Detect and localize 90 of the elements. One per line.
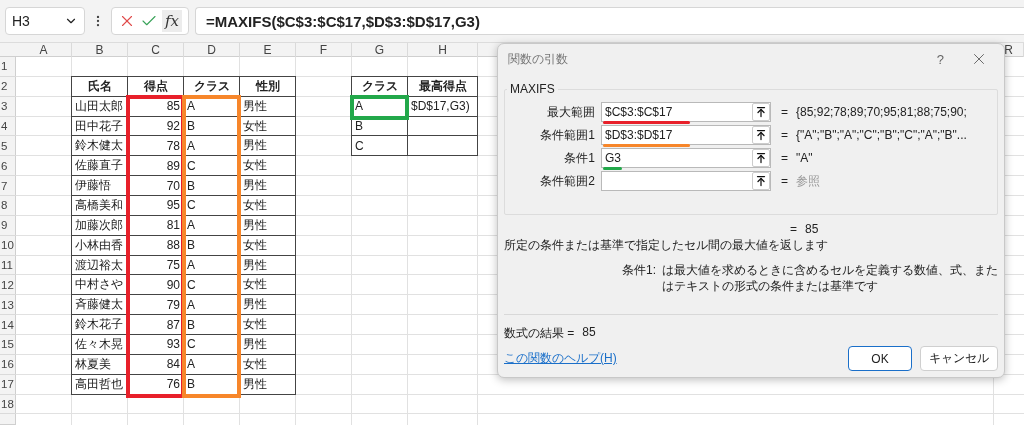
collapse-icon: [755, 129, 767, 141]
collapse-button[interactable]: [752, 126, 770, 144]
collapse-icon: [755, 106, 767, 118]
function-description: 所定の条件または基準で指定したセル間の最大値を返します: [504, 238, 829, 253]
help-link[interactable]: この関数のヘルプ(H): [504, 350, 617, 367]
argument-field[interactable]: $D$3:$D$17: [601, 125, 771, 145]
argument-help-label: 条件1:: [622, 263, 656, 279]
row-number[interactable]: 11: [0, 255, 16, 276]
equals-sign: =: [781, 105, 788, 119]
argument-field[interactable]: $C$3:$C$17: [601, 102, 771, 122]
row-number[interactable]: 10: [0, 235, 16, 256]
function-value: 85: [805, 222, 819, 236]
collapse-button[interactable]: [752, 172, 770, 190]
column-header-cell: 得点: [128, 75, 184, 97]
argument-field[interactable]: G3: [601, 148, 771, 168]
row-number[interactable]: 12: [0, 275, 16, 296]
table-cell: 中村さや: [71, 275, 128, 296]
argument-label: 条件範囲1: [539, 126, 596, 144]
row-number[interactable]: 6: [0, 156, 16, 177]
row-number[interactable]: 7: [0, 176, 16, 196]
row-number[interactable]: 1: [0, 57, 16, 77]
table-cell: 男性: [240, 335, 296, 355]
insert-function-button[interactable]: fx: [162, 10, 182, 32]
table-cell: 斉藤健太: [71, 295, 128, 316]
collapse-button[interactable]: [752, 149, 770, 167]
cell-reference: H3: [12, 13, 30, 29]
collapse-icon: [755, 152, 767, 164]
table-cell: C: [351, 136, 408, 157]
column-header-cell: 氏名: [71, 75, 128, 97]
row-number[interactable]: 5: [0, 136, 16, 157]
column-header-cell: クラス: [351, 75, 408, 97]
column-letter[interactable]: G: [352, 43, 408, 57]
function-name: MAXIFS: [509, 82, 556, 96]
row-number[interactable]: 4: [0, 116, 16, 137]
dialog-title: 関数の引数: [508, 50, 568, 68]
column-letter[interactable]: D: [184, 43, 240, 57]
collapse-icon: [755, 175, 767, 187]
table-cell: 伊藤悟: [71, 176, 128, 196]
collapse-button[interactable]: [752, 103, 770, 121]
row-number[interactable]: 16: [0, 354, 16, 375]
name-box[interactable]: H3: [5, 7, 85, 35]
row-number[interactable]: 2: [0, 76, 16, 97]
table-cell: 高橋美和: [71, 196, 128, 216]
help-button[interactable]: ?: [936, 51, 944, 67]
argument-label: 条件範囲2: [539, 172, 596, 190]
column-letter[interactable]: C: [128, 43, 184, 57]
argument-value: {85;92;78;89;70;95;81;88;75;90;: [796, 105, 967, 119]
argument-value: 参照: [796, 172, 820, 190]
table-cell: 鈴木健太: [71, 136, 128, 157]
argument-value: "A": [796, 151, 813, 165]
table-cell: 佐々木晃: [71, 335, 128, 355]
table-cell: 佐藤直子: [71, 156, 128, 177]
argument-field[interactable]: [601, 171, 771, 191]
equals-sign: =: [781, 128, 788, 142]
column-header-cell: クラス: [184, 75, 240, 97]
argument-label: 最大範囲: [546, 103, 596, 121]
formula-field[interactable]: =MAXIFS($C$3:$C$17,$D$3:$D$17,G3): [195, 7, 1024, 35]
argument-help-text: は最大値を求めるときに含めるセルを定義する数値、式、またはテキストの形式の条件または基準です: [662, 263, 998, 295]
column-letter[interactable]: E: [240, 43, 296, 57]
row-number[interactable]: 13: [0, 295, 16, 316]
column-letter[interactable]: B: [72, 43, 128, 57]
table-cell: 男性: [240, 295, 296, 316]
column-letter[interactable]: A: [16, 43, 72, 57]
formula-result-value: 85: [582, 325, 596, 342]
equals-sign: =: [790, 222, 797, 236]
row-number[interactable]: 14: [0, 315, 16, 336]
table-cell: 鈴木花子: [71, 315, 128, 336]
cancel-button[interactable]: キャンセル: [920, 346, 998, 371]
argument-value: {"A";"B";"A";"C";"B";"C";"A";"B"...: [796, 128, 967, 142]
ok-button[interactable]: OK: [848, 346, 912, 371]
table-cell: 女性: [240, 156, 296, 177]
equals-sign: =: [781, 174, 788, 188]
equals-sign: =: [781, 151, 788, 165]
argument-label: 条件1: [563, 149, 596, 167]
row-number[interactable]: 18: [0, 394, 16, 415]
column-header-cell: 性別: [240, 75, 296, 97]
table-cell: 女性: [240, 196, 296, 216]
table-cell: 男性: [240, 176, 296, 196]
row-number[interactable]: 17: [0, 374, 16, 395]
table-cell: 女性: [240, 275, 296, 296]
row-number[interactable]: 3: [0, 96, 16, 117]
column-header-cell: 最高得点: [408, 75, 478, 97]
row-number[interactable]: 15: [0, 335, 16, 355]
row-number[interactable]: 8: [0, 196, 16, 216]
column-letter[interactable]: F: [296, 43, 352, 57]
row-number[interactable]: 9: [0, 215, 16, 236]
column-letter[interactable]: H: [408, 43, 478, 57]
table-cell: 男性: [240, 136, 296, 157]
table-cell: 女性: [240, 315, 296, 336]
formula-result-label: 数式の結果 =: [504, 325, 575, 343]
